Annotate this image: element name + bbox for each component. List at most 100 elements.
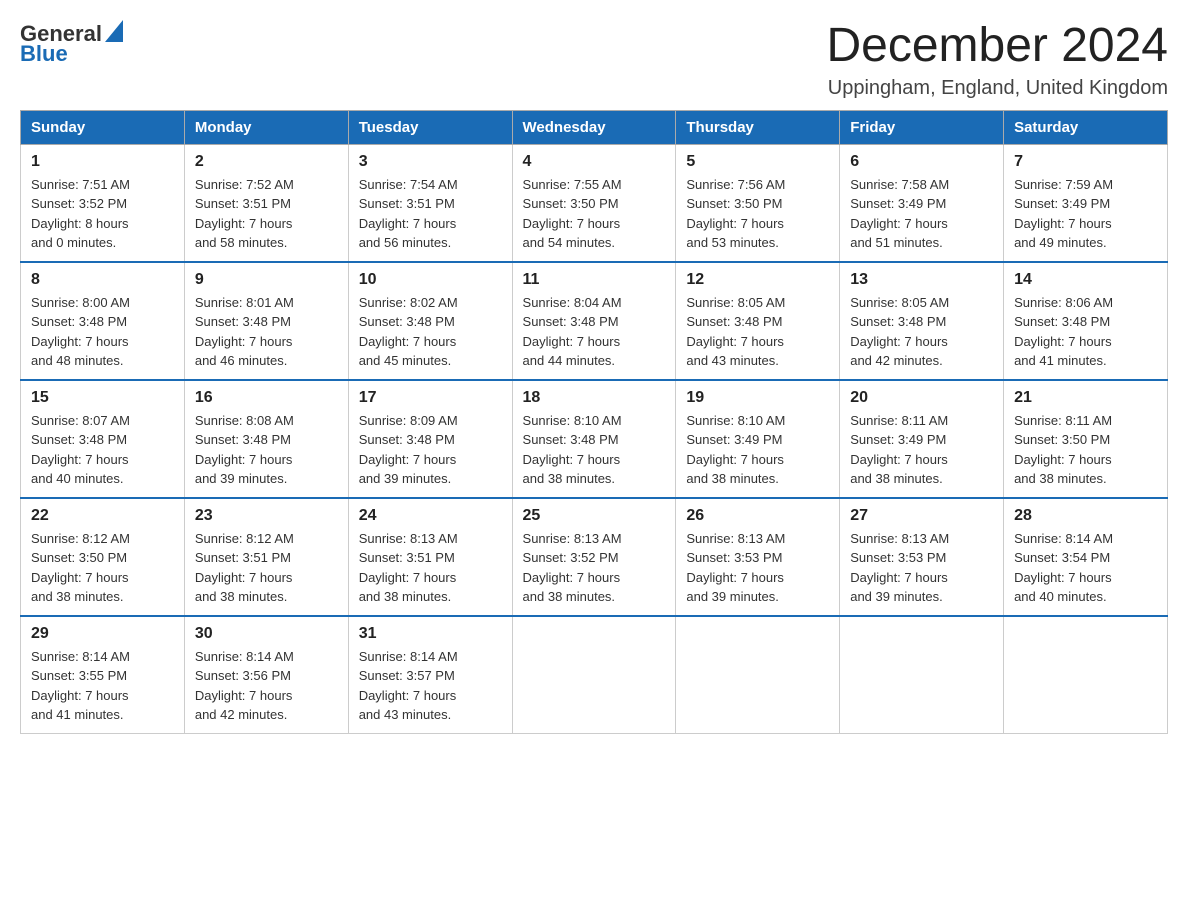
day-info: Sunrise: 8:13 AMSunset: 3:52 PMDaylight:…	[523, 529, 666, 607]
weekday-header-tuesday: Tuesday	[348, 110, 512, 144]
day-info: Sunrise: 8:14 AMSunset: 3:54 PMDaylight:…	[1014, 529, 1157, 607]
calendar-cell: 13 Sunrise: 8:05 AMSunset: 3:48 PMDaylig…	[840, 262, 1004, 380]
calendar-cell: 19 Sunrise: 8:10 AMSunset: 3:49 PMDaylig…	[676, 380, 840, 498]
day-number: 27	[850, 507, 993, 525]
day-number: 9	[195, 271, 338, 289]
day-number: 2	[195, 153, 338, 171]
logo-text-blue: Blue	[20, 41, 68, 67]
day-number: 23	[195, 507, 338, 525]
day-number: 20	[850, 389, 993, 407]
day-info: Sunrise: 8:05 AMSunset: 3:48 PMDaylight:…	[686, 293, 829, 371]
week-row-5: 29 Sunrise: 8:14 AMSunset: 3:55 PMDaylig…	[21, 616, 1168, 734]
day-info: Sunrise: 8:11 AMSunset: 3:50 PMDaylight:…	[1014, 411, 1157, 489]
day-info: Sunrise: 8:10 AMSunset: 3:48 PMDaylight:…	[523, 411, 666, 489]
calendar-cell: 29 Sunrise: 8:14 AMSunset: 3:55 PMDaylig…	[21, 616, 185, 734]
day-number: 19	[686, 389, 829, 407]
day-number: 16	[195, 389, 338, 407]
day-info: Sunrise: 8:13 AMSunset: 3:53 PMDaylight:…	[686, 529, 829, 607]
day-info: Sunrise: 8:06 AMSunset: 3:48 PMDaylight:…	[1014, 293, 1157, 371]
day-info: Sunrise: 8:14 AMSunset: 3:55 PMDaylight:…	[31, 647, 174, 725]
day-info: Sunrise: 8:13 AMSunset: 3:53 PMDaylight:…	[850, 529, 993, 607]
calendar-cell: 14 Sunrise: 8:06 AMSunset: 3:48 PMDaylig…	[1004, 262, 1168, 380]
weekday-header-sunday: Sunday	[21, 110, 185, 144]
day-number: 12	[686, 271, 829, 289]
weekday-header-wednesday: Wednesday	[512, 110, 676, 144]
day-number: 13	[850, 271, 993, 289]
calendar-cell: 23 Sunrise: 8:12 AMSunset: 3:51 PMDaylig…	[184, 498, 348, 616]
calendar-cell: 24 Sunrise: 8:13 AMSunset: 3:51 PMDaylig…	[348, 498, 512, 616]
calendar-cell: 22 Sunrise: 8:12 AMSunset: 3:50 PMDaylig…	[21, 498, 185, 616]
calendar-cell	[676, 616, 840, 734]
day-info: Sunrise: 7:54 AMSunset: 3:51 PMDaylight:…	[359, 175, 502, 253]
calendar-cell: 17 Sunrise: 8:09 AMSunset: 3:48 PMDaylig…	[348, 380, 512, 498]
day-number: 17	[359, 389, 502, 407]
month-title: December 2024	[826, 20, 1168, 73]
week-row-1: 1 Sunrise: 7:51 AMSunset: 3:52 PMDayligh…	[21, 144, 1168, 262]
day-info: Sunrise: 8:11 AMSunset: 3:49 PMDaylight:…	[850, 411, 993, 489]
calendar-cell: 28 Sunrise: 8:14 AMSunset: 3:54 PMDaylig…	[1004, 498, 1168, 616]
weekday-header-row: SundayMondayTuesdayWednesdayThursdayFrid…	[21, 110, 1168, 144]
day-info: Sunrise: 8:01 AMSunset: 3:48 PMDaylight:…	[195, 293, 338, 371]
weekday-header-thursday: Thursday	[676, 110, 840, 144]
logo: General Blue	[20, 20, 123, 67]
day-info: Sunrise: 7:51 AMSunset: 3:52 PMDaylight:…	[31, 175, 174, 253]
day-number: 5	[686, 153, 829, 171]
day-info: Sunrise: 8:08 AMSunset: 3:48 PMDaylight:…	[195, 411, 338, 489]
day-number: 25	[523, 507, 666, 525]
calendar-cell: 2 Sunrise: 7:52 AMSunset: 3:51 PMDayligh…	[184, 144, 348, 262]
day-info: Sunrise: 8:09 AMSunset: 3:48 PMDaylight:…	[359, 411, 502, 489]
calendar-cell: 26 Sunrise: 8:13 AMSunset: 3:53 PMDaylig…	[676, 498, 840, 616]
day-number: 10	[359, 271, 502, 289]
page-header: General Blue December 2024 Uppingham, En…	[20, 20, 1168, 100]
day-info: Sunrise: 8:12 AMSunset: 3:50 PMDaylight:…	[31, 529, 174, 607]
calendar-cell	[840, 616, 1004, 734]
day-number: 21	[1014, 389, 1157, 407]
calendar-cell: 7 Sunrise: 7:59 AMSunset: 3:49 PMDayligh…	[1004, 144, 1168, 262]
calendar-cell: 20 Sunrise: 8:11 AMSunset: 3:49 PMDaylig…	[840, 380, 1004, 498]
day-info: Sunrise: 8:14 AMSunset: 3:56 PMDaylight:…	[195, 647, 338, 725]
calendar-cell	[512, 616, 676, 734]
calendar-cell: 11 Sunrise: 8:04 AMSunset: 3:48 PMDaylig…	[512, 262, 676, 380]
day-info: Sunrise: 8:10 AMSunset: 3:49 PMDaylight:…	[686, 411, 829, 489]
calendar-cell: 30 Sunrise: 8:14 AMSunset: 3:56 PMDaylig…	[184, 616, 348, 734]
calendar-cell: 6 Sunrise: 7:58 AMSunset: 3:49 PMDayligh…	[840, 144, 1004, 262]
day-number: 3	[359, 153, 502, 171]
day-info: Sunrise: 8:04 AMSunset: 3:48 PMDaylight:…	[523, 293, 666, 371]
week-row-4: 22 Sunrise: 8:12 AMSunset: 3:50 PMDaylig…	[21, 498, 1168, 616]
day-info: Sunrise: 8:14 AMSunset: 3:57 PMDaylight:…	[359, 647, 502, 725]
day-info: Sunrise: 8:12 AMSunset: 3:51 PMDaylight:…	[195, 529, 338, 607]
day-number: 24	[359, 507, 502, 525]
day-number: 31	[359, 625, 502, 643]
week-row-3: 15 Sunrise: 8:07 AMSunset: 3:48 PMDaylig…	[21, 380, 1168, 498]
calendar-table: SundayMondayTuesdayWednesdayThursdayFrid…	[20, 110, 1168, 734]
day-info: Sunrise: 8:00 AMSunset: 3:48 PMDaylight:…	[31, 293, 174, 371]
calendar-cell: 27 Sunrise: 8:13 AMSunset: 3:53 PMDaylig…	[840, 498, 1004, 616]
title-section: December 2024 Uppingham, England, United…	[826, 20, 1168, 100]
day-number: 30	[195, 625, 338, 643]
day-number: 29	[31, 625, 174, 643]
calendar-cell: 10 Sunrise: 8:02 AMSunset: 3:48 PMDaylig…	[348, 262, 512, 380]
day-info: Sunrise: 7:52 AMSunset: 3:51 PMDaylight:…	[195, 175, 338, 253]
day-info: Sunrise: 8:13 AMSunset: 3:51 PMDaylight:…	[359, 529, 502, 607]
day-number: 7	[1014, 153, 1157, 171]
calendar-cell: 8 Sunrise: 8:00 AMSunset: 3:48 PMDayligh…	[21, 262, 185, 380]
calendar-cell: 16 Sunrise: 8:08 AMSunset: 3:48 PMDaylig…	[184, 380, 348, 498]
calendar-cell	[1004, 616, 1168, 734]
calendar-cell: 5 Sunrise: 7:56 AMSunset: 3:50 PMDayligh…	[676, 144, 840, 262]
day-info: Sunrise: 7:55 AMSunset: 3:50 PMDaylight:…	[523, 175, 666, 253]
day-info: Sunrise: 7:58 AMSunset: 3:49 PMDaylight:…	[850, 175, 993, 253]
location-title: Uppingham, England, United Kingdom	[826, 77, 1168, 100]
day-info: Sunrise: 8:02 AMSunset: 3:48 PMDaylight:…	[359, 293, 502, 371]
day-info: Sunrise: 7:59 AMSunset: 3:49 PMDaylight:…	[1014, 175, 1157, 253]
day-info: Sunrise: 7:56 AMSunset: 3:50 PMDaylight:…	[686, 175, 829, 253]
day-number: 28	[1014, 507, 1157, 525]
calendar-cell: 21 Sunrise: 8:11 AMSunset: 3:50 PMDaylig…	[1004, 380, 1168, 498]
weekday-header-friday: Friday	[840, 110, 1004, 144]
logo-triangle-icon	[105, 20, 123, 42]
calendar-cell: 25 Sunrise: 8:13 AMSunset: 3:52 PMDaylig…	[512, 498, 676, 616]
day-number: 14	[1014, 271, 1157, 289]
day-number: 4	[523, 153, 666, 171]
calendar-cell: 31 Sunrise: 8:14 AMSunset: 3:57 PMDaylig…	[348, 616, 512, 734]
calendar-cell: 18 Sunrise: 8:10 AMSunset: 3:48 PMDaylig…	[512, 380, 676, 498]
day-number: 11	[523, 271, 666, 289]
